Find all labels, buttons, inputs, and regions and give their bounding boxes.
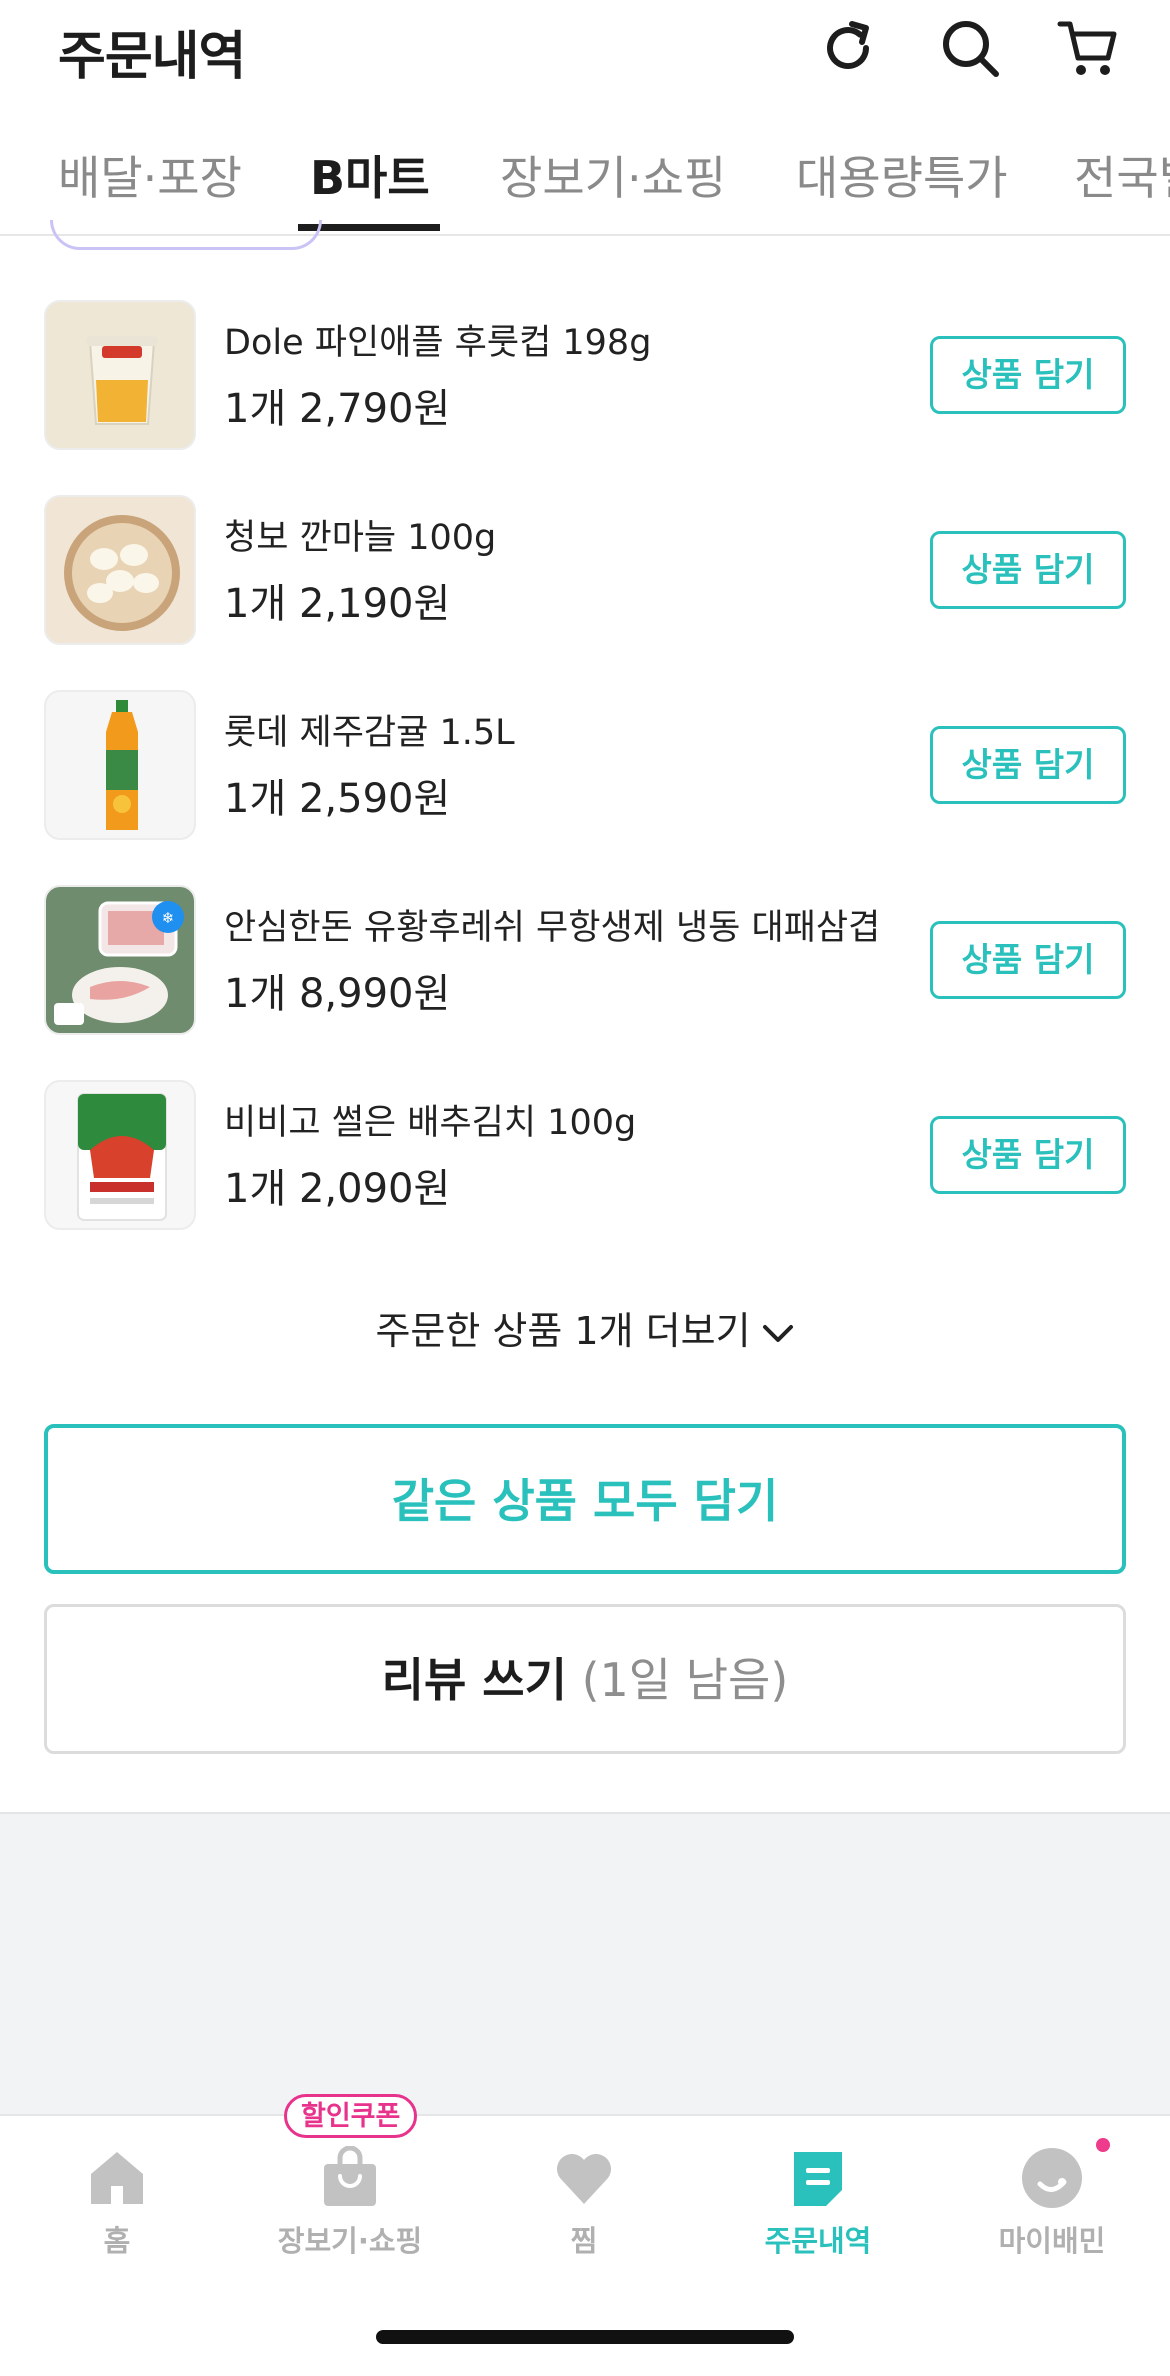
add-to-cart-button[interactable]: 상품 담기 [930,726,1126,804]
heart-icon [557,2154,611,2204]
review-remaining-text: (1일 남음) [581,1653,789,1707]
kimchi-pack-icon [77,1093,167,1221]
tab-grocery-shopping[interactable]: 장보기·쇼핑 [500,142,726,208]
product-row: 비비고 썰은 배추김치 100g 1개 2,090원 상품 담기 [0,1080,1170,1240]
product-name: 롯데 제주감귤 1.5L [224,713,515,753]
product-thumbnail [44,690,196,840]
product-price: 1개 2,190원 [224,581,451,627]
add-all-items-button[interactable]: 같은 상품 모두 담기 [44,1424,1126,1574]
product-name: Dole 파인애플 후룻컵 198g [224,323,652,363]
add-to-cart-button[interactable]: 상품 담기 [930,1116,1126,1194]
nav-label: 홈 [103,2224,131,2258]
nav-label: 주문내역 [764,2224,872,2258]
frozen-badge: ❄ [162,909,175,927]
chevron-down-icon [762,1324,793,1342]
product-name: 청보 깐마늘 100g [224,518,497,558]
nav-home[interactable]: 홈 [17,2146,217,2260]
cart-icon[interactable] [1056,16,1120,80]
nav-order-history[interactable]: 주문내역 [718,2146,918,2260]
nav-grocery-shopping[interactable]: 장보기·쇼핑 [250,2146,450,2260]
show-more-items-button[interactable]: 주문한 상품 1개 더보기 [0,1300,1170,1355]
content-background [0,1812,1170,2116]
show-more-label: 주문한 상품 1개 더보기 [375,1309,751,1353]
product-row: 롯데 제주감귤 1.5L 1개 2,590원 상품 담기 [0,690,1170,850]
product-name: 비비고 썰은 배추김치 100g [224,1103,637,1143]
tab-nationwide[interactable]: 전국별 [1074,142,1170,208]
tab-bulk-deals[interactable]: 대용량특가 [796,142,1008,208]
nav-label: 찜 [570,2224,598,2258]
notification-dot [1096,2138,1110,2152]
garlic-icon [64,515,180,631]
add-to-cart-button[interactable]: 상품 담기 [930,531,1126,609]
product-row: Dole 파인애플 후룻컵 198g 1개 2,790원 상품 담기 [0,300,1170,460]
tab-bmart[interactable]: B마트 [310,142,430,208]
page-title: 주문내역 [58,27,246,87]
nav-label: 장보기·쇼핑 [277,2224,423,2258]
add-to-cart-button[interactable]: 상품 담기 [930,921,1126,999]
pork-belly-icon: ❄ [54,901,184,1025]
home-indicator [376,2330,794,2344]
home-icon [91,2152,143,2204]
profile-icon [1022,2148,1082,2208]
product-thumbnail [44,300,196,450]
product-thumbnail [44,495,196,645]
nav-favorites[interactable]: 찜 [484,2146,684,2260]
product-price: 1개 8,990원 [224,971,451,1017]
product-thumbnail [44,1080,196,1230]
product-thumbnail: ❄ [44,885,196,1035]
product-price: 1개 2,090원 [224,1166,451,1212]
refresh-icon[interactable] [816,16,880,80]
product-name: 안심한돈 유황후레쉬 무항생제 냉동 대패삼겹... [224,908,884,948]
coupon-badge: 할인쿠폰 [284,2094,418,2138]
product-price: 1개 2,590원 [224,776,451,822]
product-row: 청보 깐마늘 100g 1개 2,190원 상품 담기 [0,495,1170,655]
write-review-label: 리뷰 쓰기 [381,1653,567,1707]
nav-my-baemin[interactable]: 마이배민 [952,2146,1152,2260]
fruit-cup-icon [86,336,158,425]
write-review-button[interactable]: 리뷰 쓰기 (1일 남음) [44,1604,1126,1754]
nav-label: 마이배민 [998,2224,1106,2258]
product-row: ❄ 안심한돈 유황후레쉬 무항생제 냉동 대패삼겹... 1개 8,990원 상… [0,885,1170,1045]
shopping-bag-icon [324,2146,376,2206]
add-to-cart-button[interactable]: 상품 담기 [930,336,1126,414]
juice-bottle-icon [106,700,138,830]
top-header: 주문내역 [0,0,1170,100]
search-icon[interactable] [938,16,1002,80]
partial-status-pill [50,220,322,250]
product-price: 1개 2,790원 [224,386,451,432]
tab-delivery[interactable]: 배달·포장 [58,142,242,208]
order-list-icon [794,2152,842,2206]
